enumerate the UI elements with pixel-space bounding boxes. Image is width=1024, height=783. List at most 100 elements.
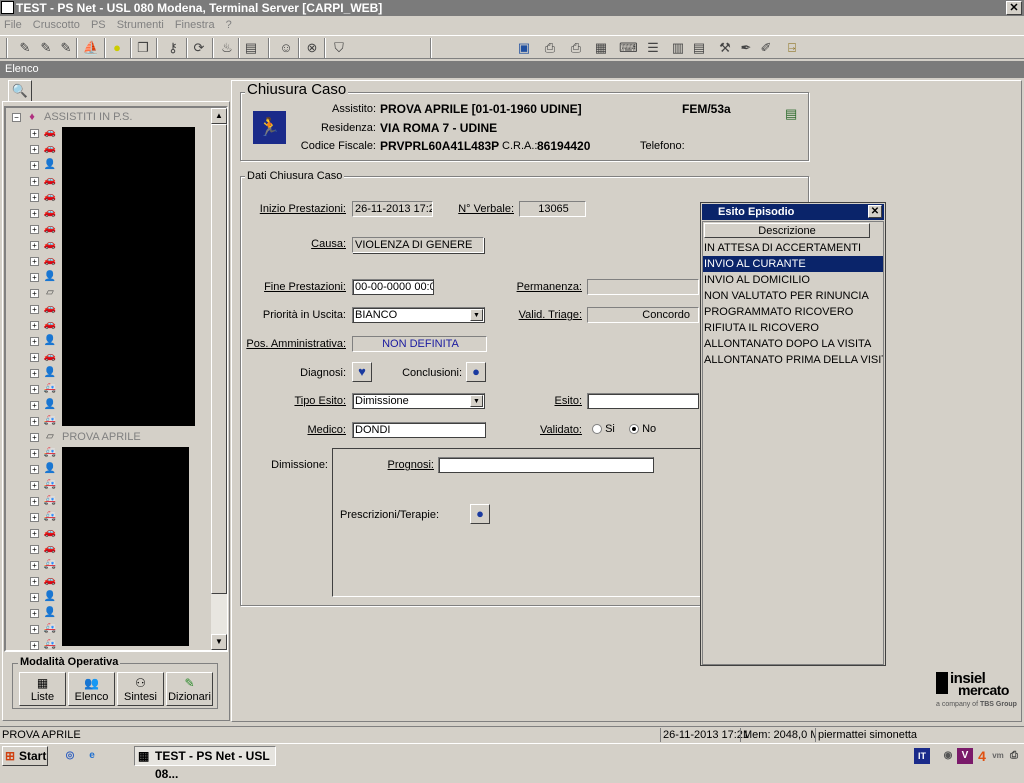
validato-label[interactable]: Validato: [500,424,582,436]
refresh-icon[interactable]: ⟳ [190,39,208,57]
expand-icon[interactable]: + [30,177,39,186]
menu-strumenti[interactable]: Strumenti [117,19,164,31]
expand-icon[interactable]: + [30,273,39,282]
expand-icon[interactable]: + [30,465,39,474]
menu-ps[interactable]: PS [91,19,106,31]
expand-icon[interactable]: + [30,129,39,138]
esito-list-item[interactable]: NON VALUTATO PER RINUNCIA [703,288,883,304]
causa-field[interactable]: VIOLENZA DI GENERE [352,237,484,253]
menu-cruscotto[interactable]: Cruscotto [33,19,80,31]
report-icon[interactable]: ▦ [592,39,610,57]
expand-icon[interactable]: + [30,225,39,234]
triage-label[interactable]: Valid. Triage: [500,309,582,321]
expand-icon[interactable]: + [30,305,39,314]
scroll-up-button[interactable]: ▲ [211,108,227,124]
pin-icon[interactable]: ✎ [16,39,34,57]
inizio-label[interactable]: Inizio Prestazioni: [250,203,346,215]
esito-list-item[interactable]: INVIO AL DOMICILIO [703,272,883,288]
expand-icon[interactable]: + [30,609,39,618]
pin-icon[interactable]: ✎ [37,39,55,57]
tree-scrollbar[interactable]: ▲ ▼ [211,108,227,650]
list-icon[interactable]: ☰ [644,39,662,57]
medico-label[interactable]: Medico: [250,424,346,436]
desktop-icon[interactable]: ◎ [62,748,78,764]
key-icon[interactable]: ⚷ [164,39,182,57]
column-header-descrizione[interactable]: Descrizione [704,223,870,238]
expand-icon[interactable]: + [30,545,39,554]
menu-file[interactable]: File [4,19,22,31]
notes-icon[interactable]: ▤ [785,106,797,122]
elenco-button[interactable]: 👥 Elenco [68,672,115,706]
language-indicator[interactable]: IT [914,748,930,764]
tipoesito-select[interactable]: Dimissione ▼ [352,393,485,409]
printer-tray-icon[interactable]: ⎙ [1006,748,1022,764]
tipoesito-label[interactable]: Tipo Esito: [250,395,346,407]
expand-icon[interactable]: + [30,433,39,442]
expand-icon[interactable]: + [30,561,39,570]
expand-icon[interactable]: + [30,289,39,298]
expand-icon[interactable]: + [30,145,39,154]
expand-icon[interactable]: + [30,481,39,490]
verbale-label[interactable]: N° Verbale: [450,203,514,215]
expand-icon[interactable]: + [30,209,39,218]
prognosi-field[interactable] [438,457,654,473]
close-button[interactable]: ✕ [1006,1,1022,15]
expand-icon[interactable]: + [30,241,39,250]
expand-icon[interactable]: + [30,577,39,586]
expand-icon[interactable]: + [30,641,39,650]
tag-icon[interactable]: ● [108,39,126,57]
medico-field[interactable]: DONDI [352,422,486,438]
popup-close-button[interactable]: ✕ [868,205,882,218]
esito-list-item[interactable]: INVIO AL CURANTE [703,256,883,272]
expand-icon[interactable]: + [30,337,39,346]
esito-list-item[interactable]: RIFIUTA IL RICOVERO [703,320,883,336]
scroll-thumb[interactable] [211,124,227,594]
diagnosi-button[interactable]: ♥ [352,362,372,382]
chevron-down-icon[interactable]: ▼ [470,309,483,321]
pen-icon[interactable]: ✒ [737,39,755,57]
tab-search-patient[interactable]: 🔍 [8,80,32,102]
validato-si-radio[interactable]: Si [592,423,615,435]
grid-icon[interactable]: ▥ [669,39,687,57]
expand-icon[interactable]: + [30,593,39,602]
internet-explorer-icon[interactable]: e [84,748,100,764]
esito-list-item[interactable]: ALLONTANATO DOPO LA VISITA [703,336,883,352]
keyboard-icon[interactable]: ⌨ [619,39,638,57]
tools-icon[interactable]: ⚒ [716,39,734,57]
menu-finestra[interactable]: Finestra [175,19,215,31]
expand-icon[interactable]: + [30,513,39,522]
vmware-icon[interactable]: vm [990,748,1006,764]
expand-icon[interactable]: + [30,385,39,394]
prescrizioni-button[interactable]: ● [470,504,490,524]
posamm-label[interactable]: Pos. Amministrativa: [240,338,346,350]
cancel-icon[interactable]: ⊗ [303,39,321,57]
liste-button[interactable]: ▦ Liste [19,672,66,706]
expand-icon[interactable]: + [30,625,39,634]
print-preview-icon[interactable]: ⎙ [541,39,559,57]
expand-icon[interactable]: + [30,529,39,538]
four-app-icon[interactable]: 4 [974,748,990,764]
expand-icon[interactable]: + [30,193,39,202]
v-app-icon[interactable]: V [957,748,973,764]
expand-icon[interactable]: + [30,353,39,362]
scroll-down-button[interactable]: ▼ [211,634,227,650]
fine-label[interactable]: Fine Prestazioni: [250,281,346,293]
start-button[interactable]: ⊞ Start [2,746,48,766]
expand-icon[interactable]: + [30,497,39,506]
smiley-icon[interactable]: ☺ [277,39,295,57]
table-icon[interactable]: ▤ [690,39,708,57]
shield-icon[interactable]: ⛉ [330,39,348,57]
tree-item-selected[interactable]: PROVA APRILE [62,429,141,445]
print-icon[interactable]: ⎙ [567,39,585,57]
boat-icon[interactable]: ⛵ [82,39,100,57]
task-button-psnet[interactable]: ▦ TEST - PS Net - USL 08... [134,746,276,781]
save-icon[interactable]: ▣ [515,39,533,57]
document-icon[interactable]: ▤ [242,39,260,57]
validato-no-radio[interactable]: No [629,423,656,435]
esito-list-item[interactable]: ALLONTANATO PRIMA DELLA VISITA [703,352,883,368]
expand-icon[interactable]: + [30,449,39,458]
chevron-down-icon[interactable]: ▼ [470,395,483,407]
dizionari-button[interactable]: ✎ Dizionari [166,672,213,706]
esito-label[interactable]: Esito: [500,395,582,407]
fine-field[interactable]: 00-00-0000 00:00 [352,279,434,295]
